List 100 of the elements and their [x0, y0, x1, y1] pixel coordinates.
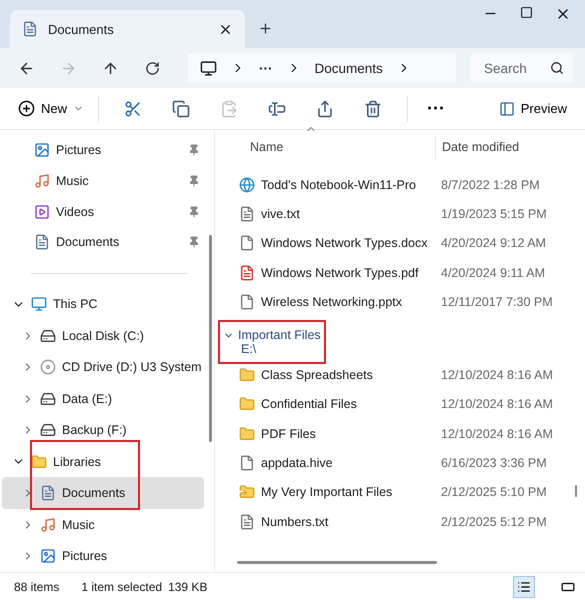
- text-file-icon: [239, 514, 255, 530]
- panel-icon: [498, 100, 515, 116]
- preview-button[interactable]: Preview: [492, 94, 573, 124]
- copy-icon: [172, 100, 190, 118]
- text-file-icon: [239, 206, 255, 222]
- file-name: vive.txt: [261, 206, 301, 221]
- tree-item[interactable]: Local Disk (C:): [2, 320, 204, 352]
- folder-shortcut-icon: [239, 484, 255, 500]
- plus-icon: [258, 20, 272, 36]
- item-label: Backup (F:): [62, 423, 128, 438]
- drive-icon: [40, 390, 56, 407]
- file-row[interactable]: Class Spreadsheets 12/10/2024 8:16 AM: [215, 360, 575, 390]
- file-name: appdata.hive: [261, 456, 334, 470]
- date-modified: 1/19/2023 5:15 PM: [440, 206, 547, 221]
- file-name: Windows Network Types.pdf: [261, 266, 420, 280]
- file-row[interactable]: Confidential Files 12/10/2024 8:16 AM: [215, 390, 575, 420]
- tree-item[interactable]: Documents: [2, 477, 204, 509]
- item-label: Documents: [62, 486, 126, 500]
- date-modified: 4/20/2024 9:12 AM: [440, 236, 546, 250]
- globe-icon: [239, 176, 255, 193]
- quick-access-item[interactable]: Pictures: [2, 135, 204, 166]
- tab-title: Documents: [48, 22, 115, 36]
- document-icon: [34, 234, 50, 250]
- file-row[interactable]: Numbers.txt 2/12/2025 5:12 PM: [215, 506, 575, 536]
- item-label: Pictures: [56, 143, 102, 158]
- item-label: Local Disk (C:): [62, 328, 145, 343]
- maximize-icon[interactable]: [520, 6, 533, 19]
- file-row[interactable]: Windows Network Types.docx 4/20/2024 9:12 AM: [215, 228, 575, 258]
- share-icon: [316, 100, 334, 118]
- delete-icon: [364, 100, 382, 118]
- monitor-icon: [31, 296, 47, 312]
- date-modified: 12/10/2024 8:16 AM: [440, 426, 553, 441]
- file-name: Windows Network Types.docx: [261, 236, 428, 250]
- selection-info: 1 item selected: [81, 580, 162, 594]
- quick-access-item[interactable]: Music: [2, 166, 204, 196]
- paste-icon: [220, 100, 238, 118]
- music-icon: [34, 172, 50, 189]
- tree-item[interactable]: This PC: [2, 288, 204, 320]
- item-label: Music: [62, 518, 96, 532]
- folder-icon: [239, 426, 255, 442]
- tree-item[interactable]: Music: [2, 508, 204, 540]
- folder-icon: [31, 454, 47, 470]
- item-label: Music: [56, 174, 90, 188]
- column-header[interactable]: Name: [215, 135, 435, 159]
- date-modified: 2/12/2025 5:12 PM: [440, 514, 547, 529]
- file-row[interactable]: Todd's Notebook-Win11-Pro 8/7/2022 1:28 PM: [215, 170, 575, 200]
- group-header[interactable]: Important Files: [223, 328, 575, 342]
- item-label: Documents: [56, 235, 120, 250]
- details-view-button[interactable]: [513, 576, 535, 598]
- tree-item[interactable]: Libraries: [2, 446, 204, 478]
- folder-icon: [239, 396, 255, 412]
- file-icon: [239, 294, 255, 310]
- date-modified: 4/20/2024 9:11 AM: [440, 266, 546, 280]
- tree-item[interactable]: CD Drive (D:) U3 System: [2, 351, 204, 383]
- date-modified: 8/7/2022 1:28 PM: [440, 178, 540, 192]
- drive-icon: [40, 328, 56, 344]
- file-row[interactable]: PDF Files 12/10/2024 8:16 AM: [215, 419, 575, 448]
- file-row[interactable]: vive.txt 1/19/2023 5:15 PM: [215, 199, 575, 229]
- date-modified: 6/16/2023 3:36 PM: [440, 456, 547, 470]
- refresh-icon: [144, 60, 160, 76]
- date-modified: 2/12/2025 5:10 PM: [440, 485, 547, 500]
- selection-size: 139 KB: [168, 580, 208, 594]
- tree-item[interactable]: Pictures: [2, 540, 204, 572]
- column-header[interactable]: Date modified: [435, 135, 575, 159]
- video-icon: [34, 204, 50, 220]
- picture-icon: [40, 548, 56, 564]
- tree-item[interactable]: Data (E:): [2, 382, 204, 414]
- disc-icon: [40, 359, 56, 376]
- drive-icon: [40, 422, 56, 438]
- quick-access-item[interactable]: Documents: [2, 226, 204, 258]
- music-icon: [40, 516, 56, 533]
- search-icon: [550, 61, 564, 75]
- address-bar[interactable]: ··· Documents: [188, 53, 456, 83]
- breadcrumb[interactable]: Documents: [314, 60, 383, 76]
- pdf-file-icon: [239, 264, 255, 281]
- group-path: E:\: [241, 342, 258, 356]
- date-modified: 12/10/2024 8:16 AM: [440, 397, 553, 412]
- new-button[interactable]: New: [14, 94, 88, 124]
- date-modified: 12/10/2024 8:16 AM: [440, 368, 553, 382]
- file-name: Wireless Networking.pptx: [261, 294, 404, 309]
- file-row[interactable]: My Very Important Files 2/12/2025 5:10 PM: [215, 478, 575, 507]
- file-name: Confidential Files: [261, 397, 358, 412]
- file-name: PDF Files: [261, 426, 317, 441]
- file-name: My Very Important Files: [261, 485, 394, 500]
- file-name: Class Spreadsheets: [261, 368, 374, 382]
- date-modified: 12/11/2017 7:30 PM: [440, 294, 553, 309]
- item-label: Libraries: [53, 454, 102, 469]
- file-icon: [239, 235, 255, 252]
- picture-icon: [34, 142, 50, 158]
- plus-icon: [18, 100, 35, 117]
- quick-access-item[interactable]: Videos: [2, 196, 204, 227]
- file-row[interactable]: Wireless Networking.pptx 12/11/2017 7:30 PM: [215, 287, 575, 316]
- file-name: Numbers.txt: [261, 514, 330, 529]
- more-button[interactable]: ···: [418, 94, 454, 124]
- window-tab[interactable]: Documents: [10, 10, 245, 48]
- file-row[interactable]: Windows Network Types.pdf 4/20/2024 9:11 AM: [215, 258, 575, 288]
- file-row[interactable]: appdata.hive 6/16/2023 3:36 PM: [215, 448, 575, 478]
- overflow-crumb[interactable]: ···: [259, 60, 272, 76]
- tree-item[interactable]: Backup (F:): [2, 414, 204, 446]
- search-field[interactable]: Search: [470, 53, 573, 83]
